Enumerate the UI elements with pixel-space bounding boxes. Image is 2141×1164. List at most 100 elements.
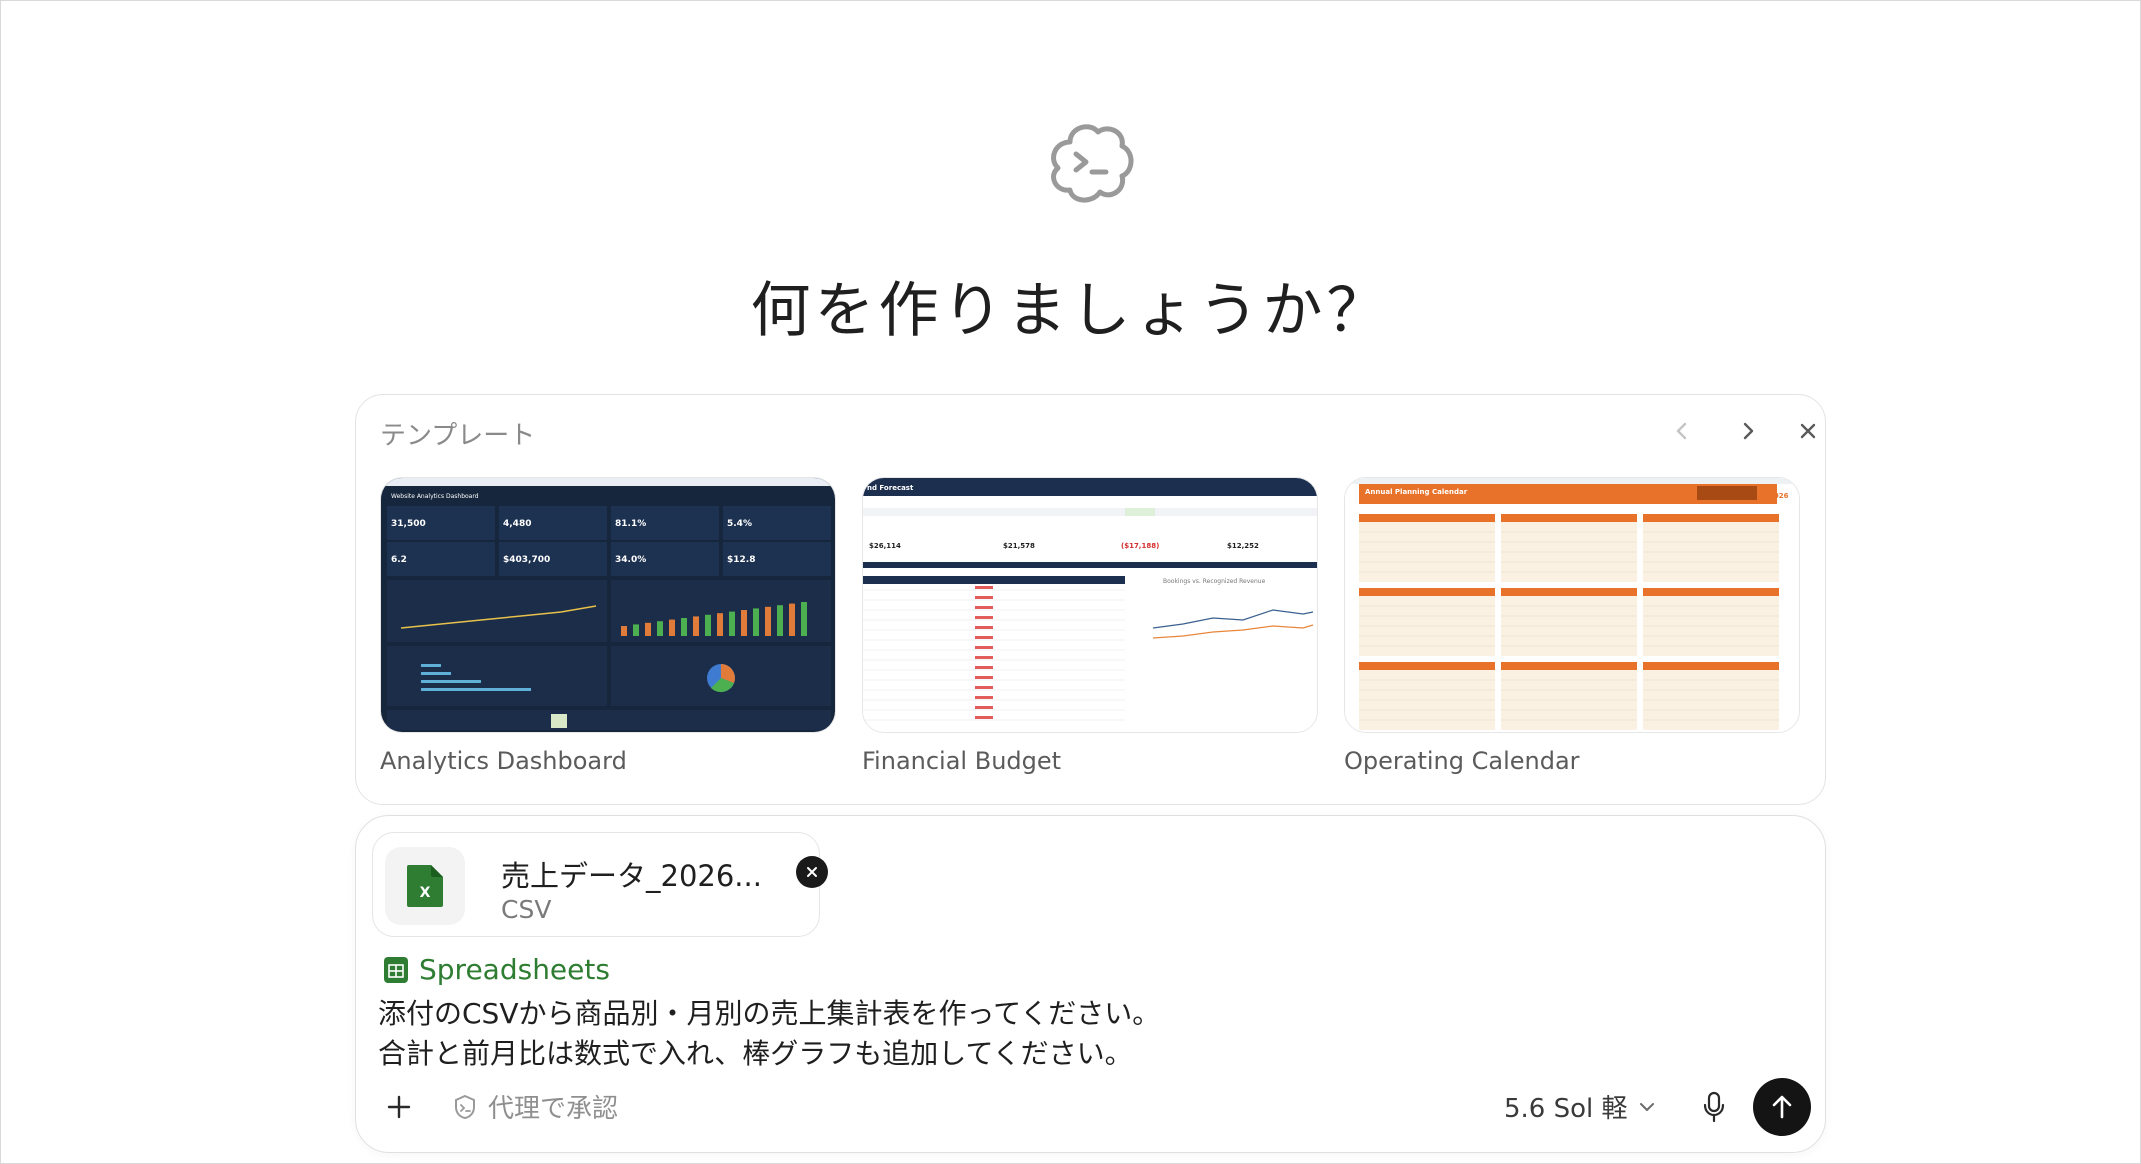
preview-bar	[621, 626, 627, 636]
template-card-analytics-dashboard[interactable]: Website Analytics Dashboard 31,500 4,480…	[380, 477, 836, 775]
preview-bar	[777, 605, 783, 636]
preview-month-header	[1643, 514, 1779, 522]
chevron-left-icon	[1676, 422, 1687, 440]
preview-metric: $12,252	[1227, 542, 1259, 550]
microphone-button[interactable]	[1692, 1084, 1736, 1130]
preview-metric: 81.1%	[615, 519, 646, 529]
tool-label: Spreadsheets	[419, 953, 610, 986]
preview-metric: $403,700	[503, 555, 550, 565]
templates-close-button[interactable]	[1786, 409, 1830, 453]
chevron-down-icon	[1639, 1102, 1654, 1111]
preview-month-header	[1643, 588, 1779, 596]
model-selector[interactable]: 5.6 Sol 軽	[1504, 1088, 1658, 1125]
prompt-line: 合計と前月比は数式で入れ、棒グラフも追加してください。	[378, 1037, 1133, 1070]
plus-icon	[387, 1095, 411, 1119]
template-card-operating-calendar[interactable]: Annual Planning Calendar 2026 Operating …	[1344, 477, 1800, 775]
preview-bar	[753, 608, 759, 636]
preview-cell	[975, 706, 993, 709]
approve-label: 代理で承認	[488, 1094, 619, 1124]
attachment-name: 売上データ_2026...	[501, 859, 762, 893]
preview-bar	[681, 618, 687, 636]
preview-bar	[693, 616, 699, 636]
send-button[interactable]	[1753, 1078, 1811, 1136]
preview-bar	[669, 619, 675, 636]
template-name: Financial Budget	[862, 747, 1062, 775]
template-name: Analytics Dashboard	[380, 747, 627, 775]
codex-cloud-logo-icon	[1040, 112, 1140, 212]
model-label: 5.6 Sol 軽	[1504, 1094, 1628, 1124]
preview-cell	[975, 596, 993, 599]
preview-cell	[975, 676, 993, 679]
svg-text:X: X	[420, 885, 431, 901]
attachment-chip[interactable]: X 売上データ_2026... CSV	[372, 832, 828, 937]
composer-toolbar: 代理で承認 5.6 Sol 軽	[356, 1074, 1825, 1144]
preview-bar	[717, 613, 723, 636]
preview-bar	[657, 621, 663, 636]
preview-metric: 6.2	[391, 555, 407, 565]
operating-calendar-preview: Annual Planning Calendar 2026	[1345, 478, 1799, 732]
page-heading: 何を作りましょうか？	[750, 276, 1391, 346]
preview-cell	[975, 626, 993, 629]
preview-month-header	[1501, 662, 1637, 670]
preview-metric: 31,500	[391, 519, 426, 529]
spreadsheets-tool-tag[interactable]: Spreadsheets	[383, 953, 610, 986]
preview-month-header	[1501, 514, 1637, 522]
preview-bar	[645, 622, 651, 636]
close-icon	[807, 867, 817, 877]
templates-title: テンプレート	[380, 421, 536, 451]
shield-terminal-icon	[455, 1094, 475, 1119]
preview-metric: ($17,188)	[1121, 542, 1159, 550]
approve-on-behalf-toggle[interactable]: 代理で承認	[452, 1088, 618, 1125]
preview-bar	[801, 602, 807, 636]
prompt-line: 添付のCSVから商品別・月別の売上集計表を作ってください。	[378, 997, 1161, 1030]
preview-bar	[741, 610, 747, 636]
preview-month-header	[1359, 514, 1495, 522]
arrow-up-icon	[1772, 1095, 1792, 1119]
attachment-type: CSV	[501, 895, 552, 924]
template-thumbnail[interactable]: Annual Planning Calendar 2026	[1344, 477, 1800, 733]
preview-cell	[975, 716, 993, 719]
template-thumbnail[interactable]: Website Analytics Dashboard 31,500 4,480…	[380, 477, 836, 733]
preview-metric: 5.4%	[727, 519, 752, 529]
preview-cell	[975, 636, 993, 639]
preview-cell	[975, 696, 993, 699]
preview-cell	[975, 686, 993, 689]
preview-bar	[765, 606, 771, 636]
preview-month-header	[1643, 662, 1779, 670]
template-card-financial-budget[interactable]: nd Forecast $26,114 $21,578 ($17,188) $1…	[862, 477, 1318, 775]
prompt-text[interactable]: 添付のCSVから商品別・月別の売上集計表を作ってください。 合計と前月比は数式で…	[378, 994, 1160, 1074]
preview-bar	[789, 603, 795, 636]
template-thumbnail[interactable]: nd Forecast $26,114 $21,578 ($17,188) $1…	[862, 477, 1318, 733]
preview-cell	[975, 606, 993, 609]
preview-cell	[975, 586, 993, 589]
excel-file-icon: X	[385, 847, 465, 925]
preview-cell	[975, 616, 993, 619]
template-name: Operating Calendar	[1344, 747, 1580, 775]
preview-metric: 34.0%	[615, 555, 646, 565]
analytics-dashboard-preview: Website Analytics Dashboard 31,500 4,480…	[381, 478, 835, 732]
financial-budget-preview: nd Forecast $26,114 $21,578 ($17,188) $1…	[863, 478, 1317, 732]
chevron-right-icon	[1743, 422, 1754, 440]
close-icon	[1800, 423, 1816, 439]
preview-title: nd Forecast	[867, 484, 914, 492]
preview-year: 2026	[1769, 492, 1789, 500]
preview-chart-title: Bookings vs. Recognized Revenue	[1163, 578, 1266, 585]
preview-title: Website Analytics Dashboard	[391, 493, 479, 500]
preview-bar	[633, 624, 639, 636]
preview-metric: $12.8	[727, 555, 755, 565]
preview-cell	[975, 656, 993, 659]
preview-bar	[705, 614, 711, 636]
templates-next-button[interactable]	[1726, 409, 1770, 453]
prompt-composer: X 売上データ_2026... CSV Spreadsheets 添付のCSVか…	[355, 815, 1826, 1153]
microphone-icon	[1703, 1091, 1725, 1123]
preview-month-header	[1501, 588, 1637, 596]
preview-cell	[975, 646, 993, 649]
add-attachment-button[interactable]	[378, 1086, 420, 1128]
preview-metric: $21,578	[1003, 542, 1035, 550]
preview-cell	[975, 666, 993, 669]
preview-bar	[729, 611, 735, 636]
templates-panel: テンプレート Website Analytics Dashboard 31,50…	[355, 394, 1826, 805]
templates-prev-button[interactable]	[1660, 409, 1704, 453]
spreadsheet-icon	[384, 956, 408, 983]
remove-attachment-button[interactable]	[796, 856, 828, 888]
